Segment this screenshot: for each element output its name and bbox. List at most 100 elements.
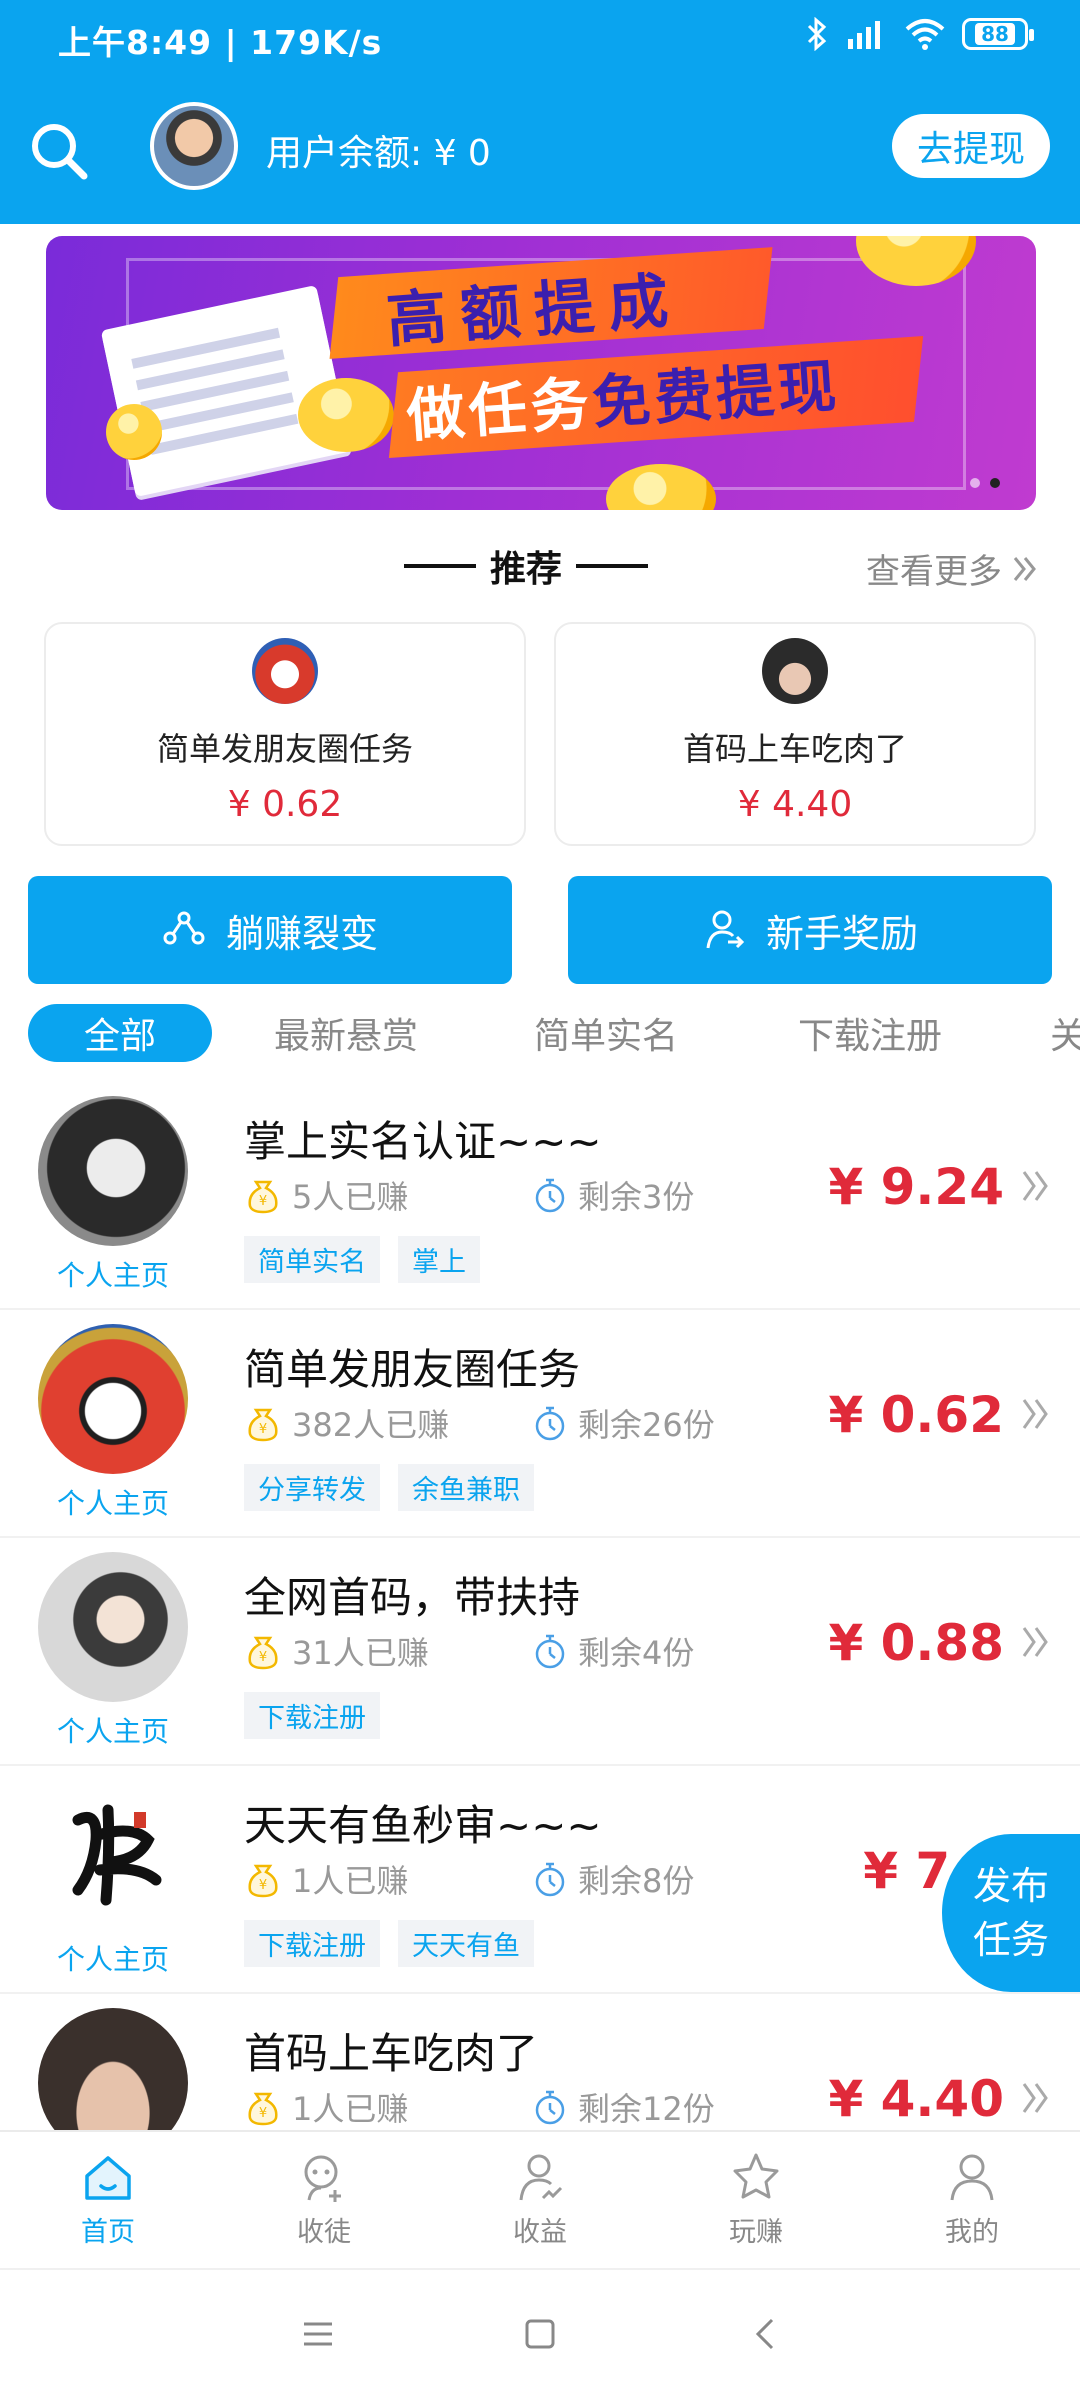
- share-nodes-icon: [163, 911, 205, 945]
- task-price: ¥ 0.88: [828, 1614, 1004, 1672]
- recommend-card-title: 简单发朋友圈任务: [156, 730, 413, 768]
- task-tag: 掌上: [398, 1236, 480, 1283]
- timer-icon: [535, 1178, 565, 1213]
- apprentice-icon: [304, 2155, 341, 2202]
- back-system-button[interactable]: [748, 2316, 784, 2356]
- earned-text: 1人已赚: [292, 1862, 409, 1900]
- tab-all[interactable]: 全部: [28, 1004, 212, 1062]
- battery-level: 88: [975, 23, 1015, 45]
- star-icon: [733, 2153, 779, 2199]
- remaining-count: 剩余3份: [532, 1172, 694, 1218]
- app-header: 用户余额: ¥ 0 去提现: [0, 68, 1080, 224]
- task-item[interactable]: 个人主页 掌上实名认证~~~ ¥ 5人已赚 剩余3份 简单实名 掌上 ¥ 9.2…: [0, 1082, 1080, 1310]
- earned-count: ¥ 1人已赚: [244, 2084, 408, 2130]
- task-tags: 简单实名 掌上: [244, 1236, 480, 1283]
- nav-home[interactable]: 首页: [0, 2132, 216, 2268]
- task-tag: 简单实名: [244, 1236, 380, 1283]
- remaining-text: 剩余12份: [578, 2090, 715, 2128]
- publish-task-button[interactable]: 发布 任务: [942, 1834, 1080, 1992]
- profile-link[interactable]: 个人主页: [32, 1938, 194, 1978]
- coin-icon: [106, 404, 162, 460]
- search-button[interactable]: [26, 118, 92, 184]
- money-bag-icon: ¥: [248, 1864, 278, 1898]
- timer-icon: [535, 1406, 565, 1441]
- task-item[interactable]: 个人主页 全网首码，带扶持 ¥ 31人已赚 剩余4份 下载注册 ¥ 0.88: [0, 1538, 1080, 1766]
- task-title: 天天有鱼秒审~~~: [244, 1801, 602, 1850]
- double-chevron-right-icon: [1022, 1627, 1048, 1657]
- earned-text: 5人已赚: [292, 1178, 409, 1216]
- double-chevron-right-icon: [1022, 2083, 1048, 2113]
- task-item[interactable]: 个人主页 简单发朋友圈任务 ¥ 382人已赚 剩余26份 分享转发 余鱼兼职 ¥…: [0, 1310, 1080, 1538]
- task-title: 简单发朋友圈任务: [244, 1345, 581, 1394]
- earned-text: 31人已赚: [292, 1634, 429, 1672]
- banner-pager: [970, 478, 1000, 488]
- earned-count: ¥ 382人已赚: [244, 1400, 449, 1446]
- publish-task-line2: 任务: [972, 1918, 1049, 1962]
- divider: [404, 564, 476, 568]
- nav-earnings[interactable]: 收益: [432, 2132, 648, 2268]
- publisher-avatar[interactable]: [38, 2008, 188, 2130]
- remaining-count: 剩余8份: [532, 1856, 694, 1902]
- fission-button[interactable]: 躺赚裂变: [28, 876, 512, 984]
- remaining-text: 剩余26份: [578, 1406, 715, 1444]
- svg-text:¥: ¥: [259, 1650, 267, 1665]
- promo-banner[interactable]: 高额提成 做任务免费提现: [46, 236, 1036, 510]
- see-more-link[interactable]: 查看更多: [866, 544, 1040, 593]
- timer-icon: [535, 1634, 565, 1669]
- double-chevron-right-icon: [1013, 556, 1036, 581]
- publisher-avatar[interactable]: [38, 1324, 188, 1474]
- publisher-avatar[interactable]: [38, 1552, 188, 1702]
- publisher-avatar[interactable]: [38, 1096, 188, 1246]
- nav-play-earn[interactable]: 玩赚: [648, 2132, 864, 2268]
- newbie-reward-button[interactable]: 新手奖励: [568, 876, 1052, 984]
- recommend-card[interactable]: 简单发朋友圈任务 ¥ 0.62: [44, 622, 526, 846]
- earned-count: ¥ 31人已赚: [244, 1628, 429, 1674]
- home-system-button[interactable]: [522, 2316, 558, 2356]
- coin-icon: [298, 378, 394, 452]
- recommend-title: 推荐: [490, 549, 563, 590]
- profile-link[interactable]: 个人主页: [32, 1254, 194, 1294]
- tab-download-register[interactable]: 下载注册: [778, 1004, 962, 1062]
- task-tags: 分享转发 余鱼兼职: [244, 1464, 534, 1511]
- user-balance: 用户余额: ¥ 0: [266, 133, 491, 174]
- divider: [576, 564, 649, 568]
- task-tags: 下载注册: [244, 1692, 380, 1739]
- double-chevron-right-icon: [1022, 1171, 1048, 1201]
- tab-latest[interactable]: 最新悬赏: [254, 1004, 438, 1062]
- profile-link[interactable]: 个人主页: [32, 1710, 194, 1750]
- nav-earnings-label: 收益: [513, 2217, 567, 2248]
- tab-simple-realname[interactable]: 简单实名: [514, 1004, 698, 1062]
- user-icon: [950, 2154, 994, 2201]
- profile-link[interactable]: 个人主页: [32, 1482, 194, 1522]
- task-item[interactable]: 首码上车吃肉了 ¥ 1人已赚 剩余12份 ¥ 4.40: [0, 1994, 1080, 2130]
- money-bag-icon: ¥: [248, 1408, 278, 1442]
- nav-mine-label: 我的: [945, 2217, 999, 2248]
- recommend-card[interactable]: 首码上车吃肉了 ¥ 4.40: [554, 622, 1036, 846]
- task-price: ¥ 4.40: [828, 2070, 1004, 2128]
- bottom-nav: 首页 收徒 收益 玩赚 我的: [0, 2130, 1080, 2268]
- money-bag-icon: ¥: [248, 2092, 278, 2126]
- status-time: 上午8:49 | 179K/s: [58, 23, 383, 62]
- task-item[interactable]: 个人主页 天天有鱼秒审~~~ ¥ 1人已赚 剩余8份 下载注册 天天有鱼 ¥ 7…: [0, 1766, 1080, 1994]
- svg-text:¥: ¥: [259, 1194, 267, 1209]
- see-more-label: 查看更多: [866, 552, 1002, 592]
- recents-button[interactable]: [300, 2316, 336, 2356]
- withdraw-button[interactable]: 去提现: [892, 114, 1050, 178]
- calligraphy-logo-icon: [72, 1804, 162, 1906]
- nav-apprentice[interactable]: 收徒: [216, 2132, 432, 2268]
- publisher-avatar[interactable]: [38, 1780, 188, 1930]
- user-avatar[interactable]: [150, 102, 238, 190]
- nav-mine[interactable]: 我的: [864, 2132, 1080, 2268]
- home-icon: [85, 2156, 131, 2200]
- earned-count: ¥ 1人已赚: [244, 1856, 408, 1902]
- double-chevron-right-icon: [1022, 1399, 1048, 1429]
- tab-more[interactable]: 关: [1050, 1004, 1080, 1062]
- menu-icon: [304, 2322, 332, 2346]
- banner-subline-a: 做任务: [404, 369, 595, 451]
- remaining-count: 剩余4份: [532, 1628, 694, 1674]
- svg-text:¥: ¥: [259, 2106, 267, 2121]
- timer-icon: [535, 2090, 565, 2125]
- status-bar: 上午8:49 | 179K/s 88: [0, 0, 1080, 68]
- pager-dot-active: [990, 478, 1000, 488]
- task-title: 首码上车吃肉了: [244, 2029, 539, 2078]
